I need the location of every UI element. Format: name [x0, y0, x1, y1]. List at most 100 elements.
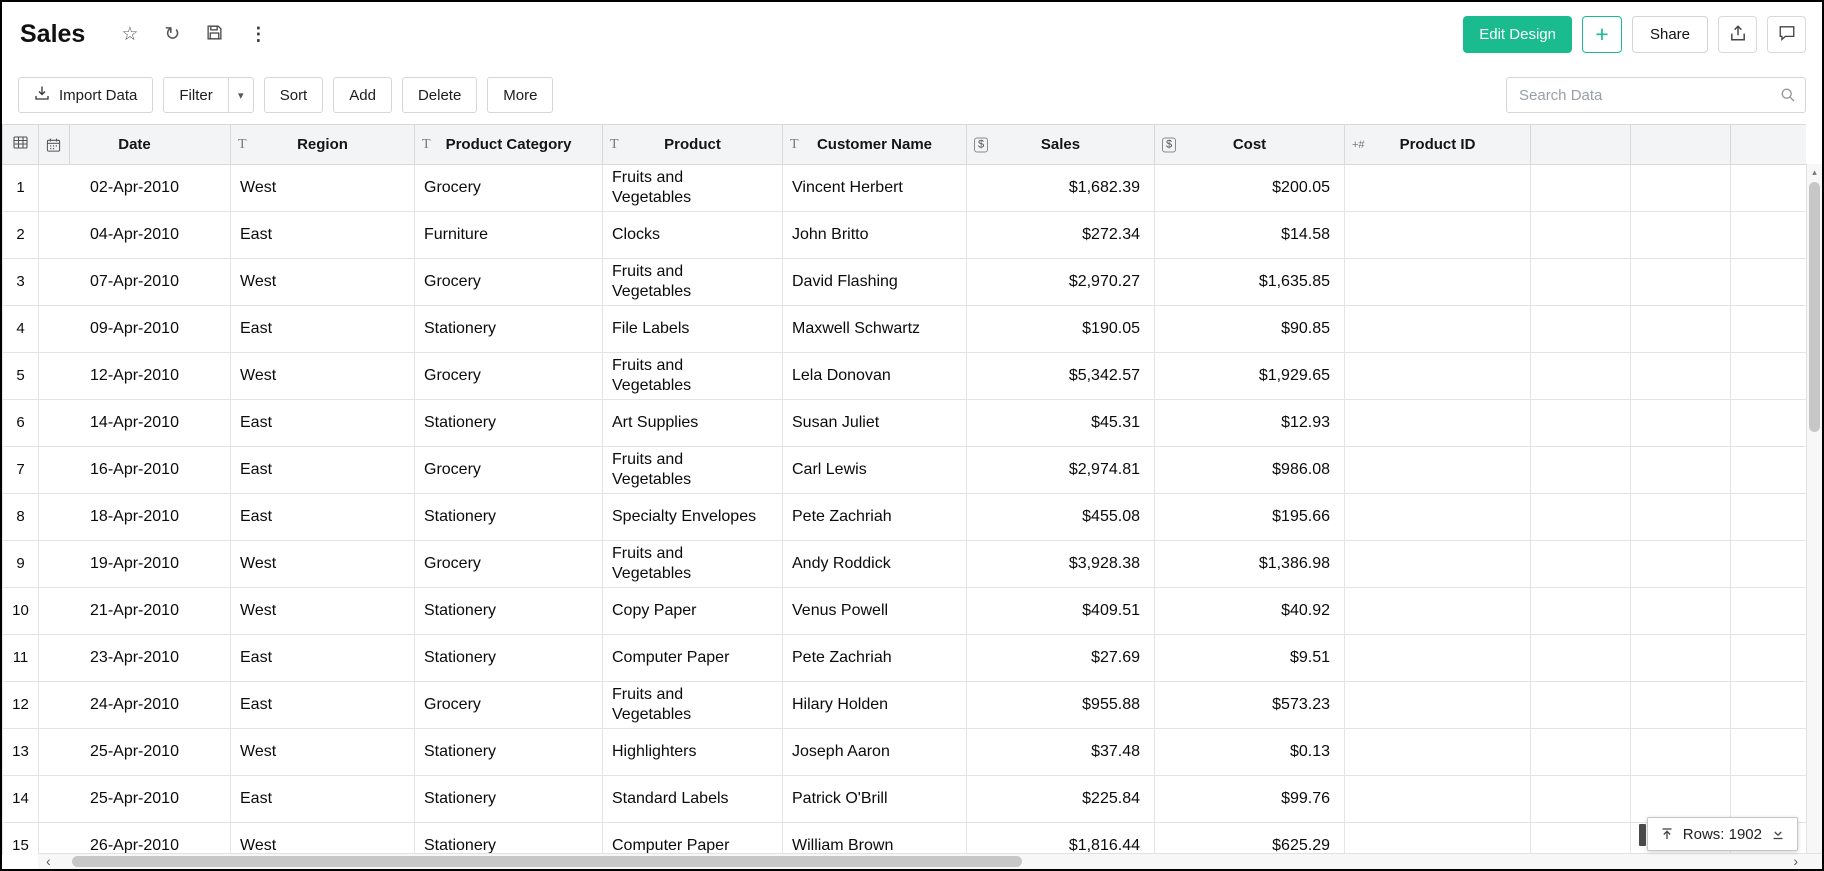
empty-cell[interactable]	[1731, 306, 1807, 353]
empty-cell[interactable]	[1631, 212, 1731, 259]
cell-category[interactable]: Stationery	[415, 635, 603, 682]
cell-product_id[interactable]	[1345, 212, 1531, 259]
sort-button[interactable]: Sort	[264, 77, 324, 113]
cell-product_id[interactable]	[1345, 494, 1531, 541]
cell-category[interactable]: Grocery	[415, 682, 603, 729]
cell-product[interactable]: Highlighters	[603, 729, 783, 776]
cell-product[interactable]: Fruits and Vegetables	[603, 259, 783, 306]
cell-date[interactable]: 23-Apr-2010	[39, 635, 231, 682]
empty-cell[interactable]	[1631, 400, 1731, 447]
empty-cell[interactable]	[1731, 541, 1807, 588]
filter-button[interactable]: Filter	[163, 77, 228, 113]
column-header-region[interactable]: TRegion	[231, 125, 415, 165]
empty-cell[interactable]	[1531, 635, 1631, 682]
empty-cell[interactable]	[1631, 447, 1731, 494]
cell-date[interactable]: 26-Apr-2010	[39, 823, 231, 856]
cell-cost[interactable]: $625.29	[1155, 823, 1345, 856]
cell-region[interactable]: East	[231, 447, 415, 494]
empty-cell[interactable]	[1531, 353, 1631, 400]
cell-customer[interactable]: Lela Donovan	[783, 353, 967, 400]
cell-date[interactable]: 07-Apr-2010	[39, 259, 231, 306]
row-number-cell[interactable]: 3	[3, 259, 39, 306]
cell-product[interactable]: Fruits and Vegetables	[603, 165, 783, 212]
row-number-cell[interactable]: 7	[3, 447, 39, 494]
cell-date[interactable]: 25-Apr-2010	[39, 776, 231, 823]
cell-sales[interactable]: $225.84	[967, 776, 1155, 823]
cell-customer[interactable]: Pete Zachriah	[783, 635, 967, 682]
empty-cell[interactable]	[1731, 635, 1807, 682]
cell-category[interactable]: Stationery	[415, 823, 603, 856]
empty-cell[interactable]	[1631, 682, 1731, 729]
empty-cell[interactable]	[1531, 541, 1631, 588]
row-number-cell[interactable]: 10	[3, 588, 39, 635]
cell-product_id[interactable]	[1345, 165, 1531, 212]
cell-product_id[interactable]	[1345, 259, 1531, 306]
cell-cost[interactable]: $0.13	[1155, 729, 1345, 776]
empty-cell[interactable]	[1531, 776, 1631, 823]
empty-cell[interactable]	[1531, 682, 1631, 729]
cell-category[interactable]: Stationery	[415, 588, 603, 635]
cell-date[interactable]: 25-Apr-2010	[39, 729, 231, 776]
row-number-cell[interactable]: 11	[3, 635, 39, 682]
cell-region[interactable]: East	[231, 776, 415, 823]
horizontal-scrollbar-thumb[interactable]	[72, 856, 1022, 867]
favorite-star-icon[interactable]: ☆	[121, 25, 138, 44]
column-header-customer[interactable]: TCustomer Name	[783, 125, 967, 165]
cell-cost[interactable]: $12.93	[1155, 400, 1345, 447]
cell-date[interactable]: 16-Apr-2010	[39, 447, 231, 494]
cell-product_id[interactable]	[1345, 447, 1531, 494]
cell-product_id[interactable]	[1345, 776, 1531, 823]
empty-cell[interactable]	[1631, 588, 1731, 635]
column-header-product_id[interactable]: +#Product ID	[1345, 125, 1531, 165]
column-header-cost[interactable]: $Cost	[1155, 125, 1345, 165]
cell-customer[interactable]: Andy Roddick	[783, 541, 967, 588]
empty-cell[interactable]	[1631, 776, 1731, 823]
cell-region[interactable]: East	[231, 400, 415, 447]
cell-date[interactable]: 24-Apr-2010	[39, 682, 231, 729]
cell-cost[interactable]: $1,929.65	[1155, 353, 1345, 400]
column-header-product[interactable]: TProduct	[603, 125, 783, 165]
cell-region[interactable]: West	[231, 259, 415, 306]
column-header-date[interactable]: Date	[39, 125, 231, 165]
cell-customer[interactable]: William Brown	[783, 823, 967, 856]
column-header-category[interactable]: TProduct Category	[415, 125, 603, 165]
empty-cell[interactable]	[1531, 447, 1631, 494]
add-button[interactable]: Add	[333, 77, 392, 113]
cell-product_id[interactable]	[1345, 306, 1531, 353]
cell-sales[interactable]: $190.05	[967, 306, 1155, 353]
cell-cost[interactable]: $14.58	[1155, 212, 1345, 259]
delete-button[interactable]: Delete	[402, 77, 477, 113]
row-number-cell[interactable]: 2	[3, 212, 39, 259]
row-number-cell[interactable]: 6	[3, 400, 39, 447]
cell-region[interactable]: East	[231, 494, 415, 541]
cell-product[interactable]: Computer Paper	[603, 635, 783, 682]
empty-cell[interactable]	[1531, 729, 1631, 776]
cell-region[interactable]: East	[231, 306, 415, 353]
empty-column-header[interactable]	[1531, 125, 1631, 165]
row-number-cell[interactable]: 4	[3, 306, 39, 353]
cell-date[interactable]: 02-Apr-2010	[39, 165, 231, 212]
cell-product[interactable]: Fruits and Vegetables	[603, 353, 783, 400]
cell-product[interactable]: Fruits and Vegetables	[603, 541, 783, 588]
cell-customer[interactable]: Patrick O'Brill	[783, 776, 967, 823]
cell-product_id[interactable]	[1345, 635, 1531, 682]
cell-product_id[interactable]	[1345, 729, 1531, 776]
empty-cell[interactable]	[1731, 494, 1807, 541]
empty-cell[interactable]	[1731, 447, 1807, 494]
empty-cell[interactable]	[1731, 776, 1807, 823]
refresh-icon[interactable]: ↻	[164, 25, 180, 44]
cell-cost[interactable]: $99.76	[1155, 776, 1345, 823]
cell-sales[interactable]: $455.08	[967, 494, 1155, 541]
cell-sales[interactable]: $272.34	[967, 212, 1155, 259]
cell-sales[interactable]: $3,928.38	[967, 541, 1155, 588]
cell-sales[interactable]: $45.31	[967, 400, 1155, 447]
more-options-kebab-icon[interactable]: ⋮	[249, 25, 267, 43]
import-data-button[interactable]: Import Data	[18, 77, 153, 113]
row-number-cell[interactable]: 13	[3, 729, 39, 776]
cell-sales[interactable]: $2,974.81	[967, 447, 1155, 494]
empty-cell[interactable]	[1631, 306, 1731, 353]
cell-sales[interactable]: $409.51	[967, 588, 1155, 635]
empty-cell[interactable]	[1731, 353, 1807, 400]
cell-region[interactable]: East	[231, 635, 415, 682]
save-icon[interactable]	[206, 24, 223, 45]
